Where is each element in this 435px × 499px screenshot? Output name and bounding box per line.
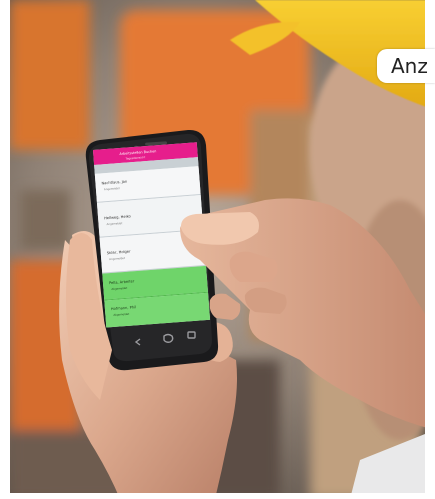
overlay-badge[interactable]: Anz xyxy=(377,49,435,83)
bottom-edge xyxy=(0,493,435,499)
left-edge xyxy=(0,0,10,499)
photo: Arbeitsstellen Buchen Tagesübersicht Nac… xyxy=(0,0,435,499)
